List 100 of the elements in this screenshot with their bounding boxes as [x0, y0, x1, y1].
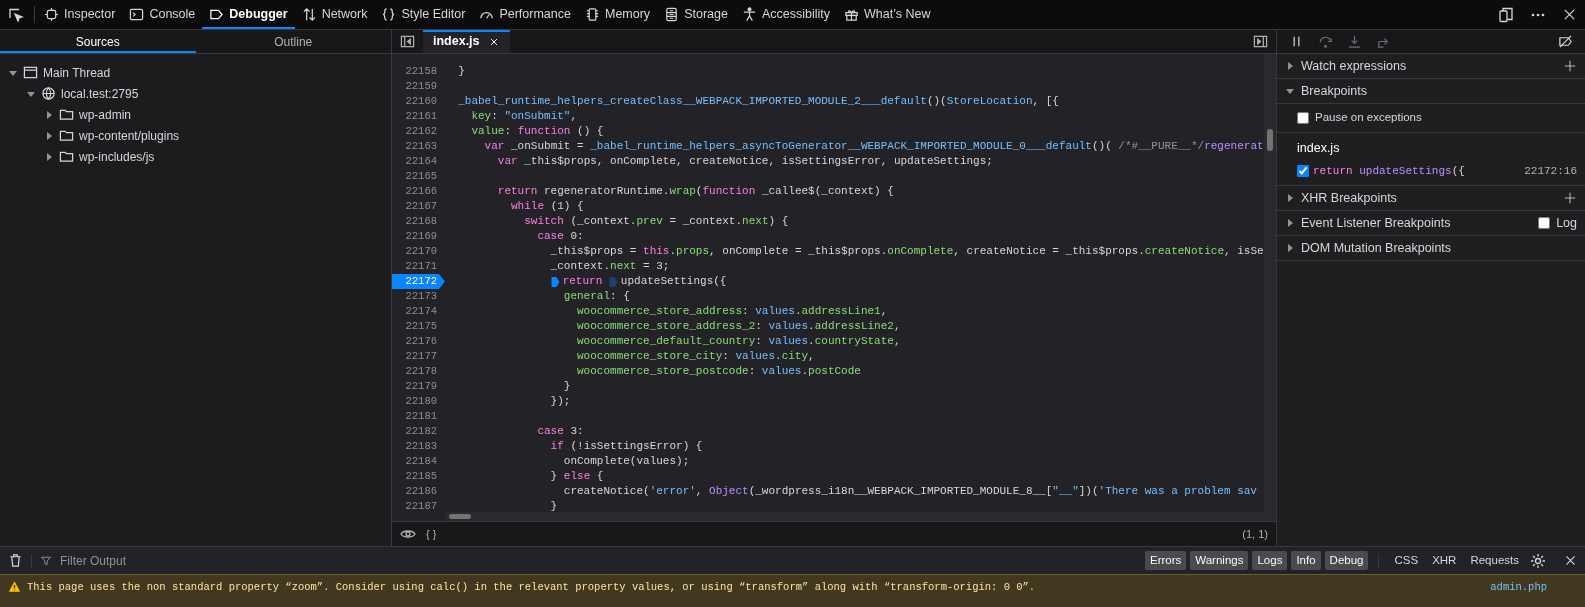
- filter-button[interactable]: XHR: [1427, 550, 1462, 571]
- disclosure-icon[interactable]: [1285, 61, 1295, 71]
- filter-button[interactable]: Debug: [1324, 550, 1369, 571]
- line-number[interactable]: 22175: [392, 319, 445, 334]
- tree-item[interactable]: local.test:2795: [61, 84, 139, 103]
- devtools-tab[interactable]: Network: [294, 0, 375, 29]
- trash-icon[interactable]: [8, 553, 23, 568]
- filter-button[interactable]: Requests: [1465, 550, 1524, 571]
- close-icon[interactable]: [1562, 7, 1577, 22]
- cursor-position: (1, 1): [1242, 526, 1268, 542]
- line-number[interactable]: 22171: [392, 259, 445, 274]
- line-number[interactable]: 22184: [392, 454, 445, 469]
- line-number[interactable]: 22182: [392, 424, 445, 439]
- devtools-tab[interactable]: Debugger: [202, 0, 295, 29]
- disclosure-icon[interactable]: [1285, 243, 1295, 254]
- line-number[interactable]: 22186: [392, 484, 445, 499]
- disclosure-icon[interactable]: [44, 151, 54, 162]
- scrollbar[interactable]: [1264, 54, 1276, 521]
- section-title[interactable]: Breakpoints: [1301, 81, 1367, 101]
- line-number[interactable]: 22187: [392, 499, 445, 514]
- line-number[interactable]: 22168: [392, 214, 445, 229]
- code-line: }: [457, 65, 465, 77]
- disclosure-icon[interactable]: [1285, 218, 1295, 229]
- line-number[interactable]: 22163: [392, 139, 445, 154]
- filter-button[interactable]: CSS: [1389, 550, 1424, 571]
- tree-item[interactable]: wp-includes/js: [79, 147, 155, 166]
- filter-icon: [40, 554, 52, 567]
- checkbox[interactable]: [1297, 112, 1309, 124]
- globe-icon: [41, 86, 56, 101]
- braces-icon: [381, 7, 397, 22]
- line-number[interactable]: 22180: [392, 394, 445, 409]
- code-line: woocommerce_default_country: values.countryState,: [576, 335, 901, 347]
- filter-button[interactable]: Errors: [1145, 550, 1187, 571]
- pretty-print-button[interactable]: { }: [426, 525, 437, 543]
- section-title[interactable]: DOM Mutation Breakpoints: [1301, 238, 1452, 258]
- devtools-tab[interactable]: What’s New: [837, 0, 938, 29]
- line-number[interactable]: 22185: [392, 469, 445, 484]
- line-number[interactable]: 22172: [392, 274, 445, 289]
- tree-item[interactable]: wp-content/plugins: [79, 126, 180, 145]
- devtools-tab[interactable]: Console: [122, 0, 203, 29]
- column-breakpoint-icon[interactable]: [550, 275, 560, 288]
- disclosure-icon[interactable]: [1285, 86, 1295, 96]
- devtools-tab[interactable]: Style Editor: [374, 0, 473, 29]
- checkbox-label: Log: [1556, 214, 1577, 232]
- line-number[interactable]: 22181: [392, 409, 445, 424]
- checkbox[interactable]: [1538, 217, 1551, 230]
- line-number[interactable]: 22173: [392, 289, 445, 304]
- line-number[interactable]: 22169: [392, 229, 445, 244]
- devtools-tab[interactable]: Inspector: [37, 0, 123, 29]
- filter-button[interactable]: Info: [1291, 550, 1321, 571]
- line-number[interactable]: 22160: [392, 94, 445, 109]
- devtools-tab[interactable]: Storage: [657, 0, 735, 29]
- chip-icon: [584, 7, 600, 22]
- add-icon[interactable]: [1563, 59, 1577, 73]
- disclosure-icon[interactable]: [44, 130, 54, 141]
- scrollbar[interactable]: [445, 512, 1264, 521]
- settings-icon[interactable]: [1530, 552, 1546, 569]
- line-number[interactable]: 22178: [392, 364, 445, 379]
- close-icon[interactable]: [1564, 554, 1577, 567]
- line-number[interactable]: 22165: [392, 169, 445, 184]
- sidebar-toggle-icon[interactable]: [1253, 34, 1268, 49]
- section-title[interactable]: Event Listener Breakpoints: [1301, 213, 1451, 233]
- line-number[interactable]: 22162: [392, 124, 445, 139]
- line-number[interactable]: 22161: [392, 109, 445, 124]
- section-title[interactable]: Watch expressions: [1301, 56, 1407, 76]
- square-target-icon: [44, 7, 59, 22]
- filter-button[interactable]: Warnings: [1190, 550, 1249, 571]
- devtools-tab[interactable]: Memory: [577, 0, 658, 29]
- tree-item[interactable]: wp-admin: [79, 105, 132, 124]
- file-tab[interactable]: index.js: [423, 30, 510, 53]
- line-number[interactable]: 22176: [392, 334, 445, 349]
- line-number[interactable]: 22167: [392, 199, 445, 214]
- breakpoint-code[interactable]: return updateSettings({: [1313, 162, 1465, 180]
- line-number[interactable]: 22177: [392, 349, 445, 364]
- checkbox[interactable]: [1297, 165, 1309, 177]
- section-title[interactable]: XHR Breakpoints: [1301, 188, 1397, 208]
- panel-tab[interactable]: Outline: [195, 30, 391, 53]
- add-icon[interactable]: [1563, 191, 1577, 206]
- devices-icon[interactable]: [1498, 6, 1514, 23]
- line-number[interactable]: 22166: [392, 184, 445, 199]
- filter-button[interactable]: Logs: [1252, 550, 1288, 571]
- line-number[interactable]: 22179: [392, 379, 445, 394]
- disclosure-icon[interactable]: [1285, 193, 1295, 204]
- disclosure-icon[interactable]: [44, 109, 54, 120]
- code-line: woocommerce_store_address_2: values.addressLine2,: [576, 320, 901, 332]
- line-number[interactable]: 22159: [392, 79, 445, 94]
- line-number[interactable]: 22183: [392, 439, 445, 454]
- devtools-tab[interactable]: Accessibility: [734, 0, 837, 29]
- devtools-tab[interactable]: Performance: [472, 0, 578, 29]
- line-number[interactable]: 22174: [392, 304, 445, 319]
- filter-input[interactable]: Filter Output: [58, 550, 358, 571]
- line-number[interactable]: 22158: [392, 64, 445, 79]
- pick-element-icon[interactable]: [8, 6, 24, 23]
- breakpoint-off-icon[interactable]: [1558, 34, 1573, 49]
- sidebar-toggle-icon[interactable]: [400, 34, 415, 49]
- source-link[interactable]: admin.php: [1490, 580, 1547, 596]
- line-number[interactable]: 22164: [392, 154, 445, 169]
- line-number[interactable]: 22170: [392, 244, 445, 259]
- tree-item[interactable]: Main Thread: [43, 63, 111, 82]
- panel-tab[interactable]: Sources: [0, 30, 196, 53]
